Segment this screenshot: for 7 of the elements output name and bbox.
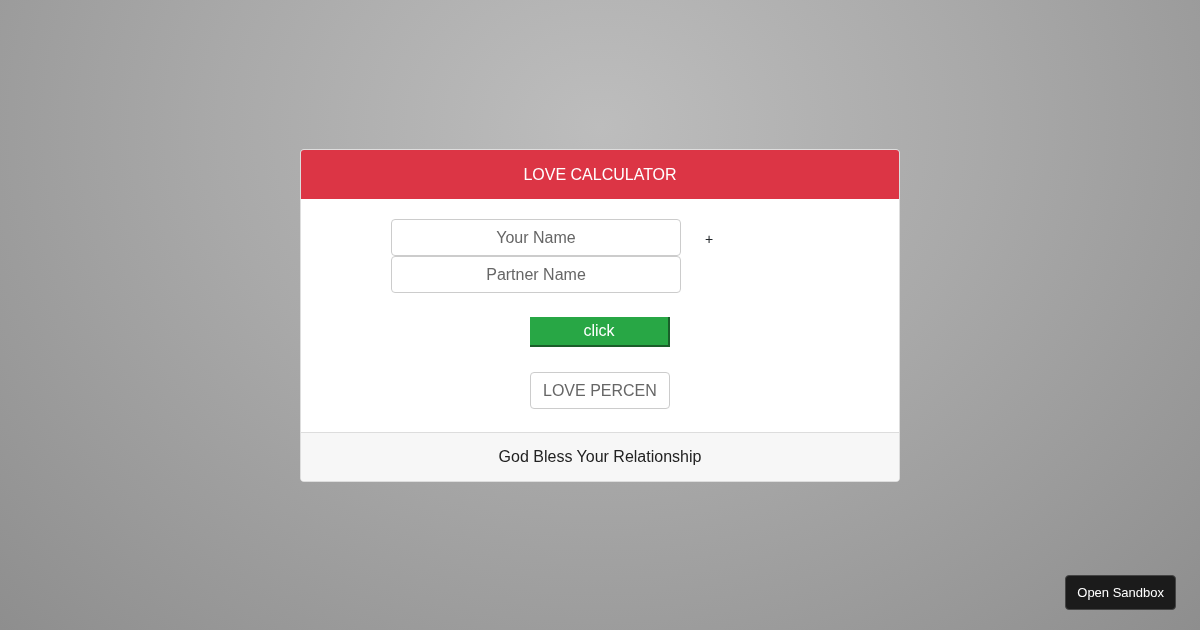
love-percentage-field[interactable]: LOVE PERCEN [530,372,670,409]
plus-sign: + [705,230,714,249]
partner-name-field[interactable]: Partner Name [391,256,681,293]
open-sandbox-button[interactable]: Open Sandbox [1065,574,1176,610]
your-name-field[interactable]: Your Name [391,219,681,256]
card-title: LOVE CALCULATOR [523,164,677,185]
blessing-text: God Bless Your Relationship [498,447,702,467]
